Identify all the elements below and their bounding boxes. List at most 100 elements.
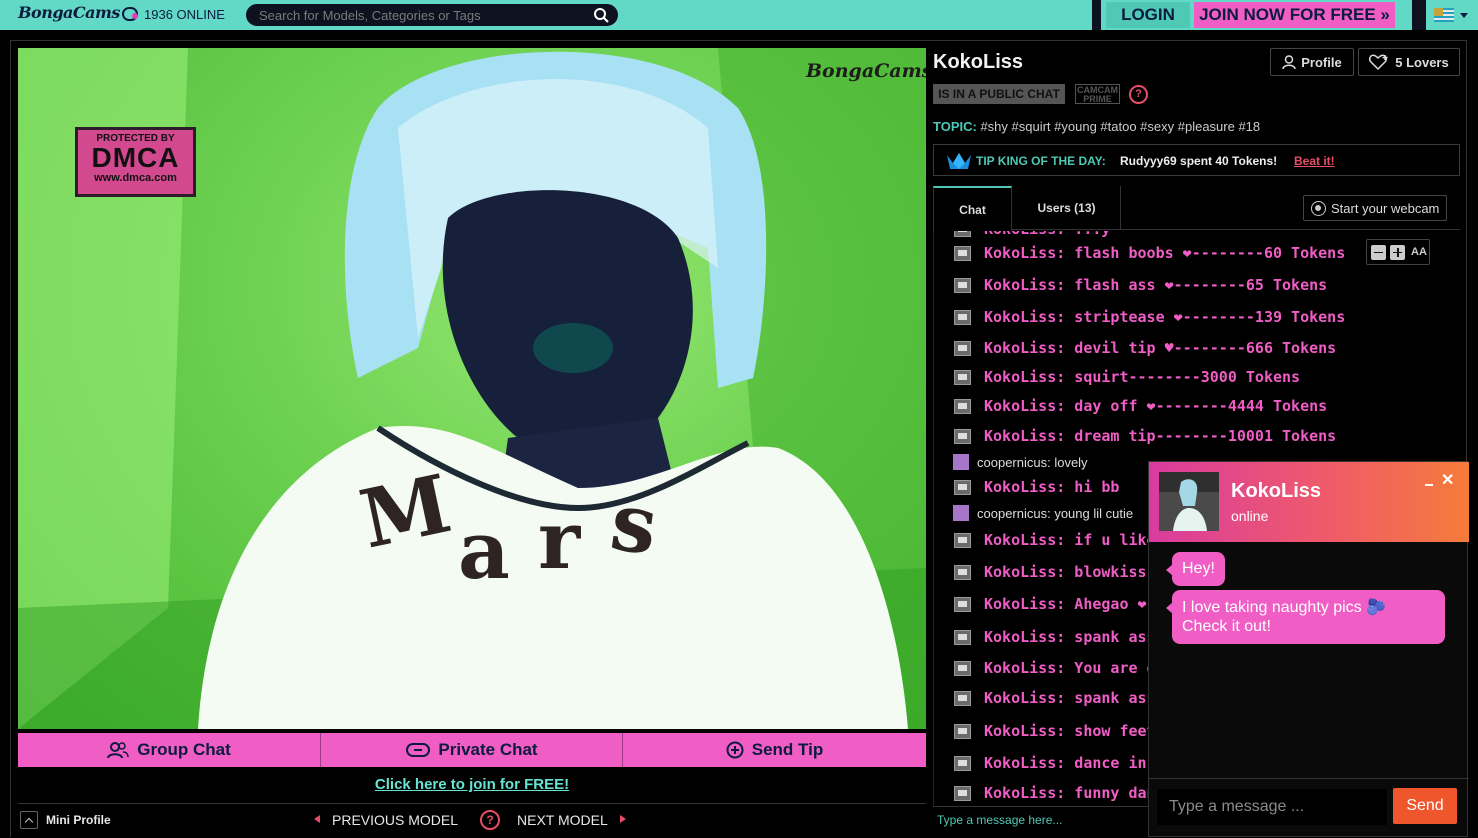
svg-text:r: r xyxy=(538,493,581,587)
chat-message-text: KokoLiss: striptease ❤--------139 Tokens xyxy=(984,308,1346,326)
popup-name: KokoLiss xyxy=(1231,480,1322,502)
join-button[interactable]: JOIN NOW FOR FREE » xyxy=(1194,2,1395,28)
close-icon[interactable]: ✕ xyxy=(1441,470,1454,490)
private-chat-button[interactable]: Private Chat xyxy=(321,733,623,767)
chat-message: KokoLiss: flash ass ❤--------65 Tokens xyxy=(954,275,1327,295)
model-avatar-icon xyxy=(954,277,971,293)
model-avatar-icon xyxy=(954,723,971,739)
language-flag-icon[interactable] xyxy=(1434,8,1454,22)
online-dot-icon xyxy=(132,12,138,19)
avatar[interactable] xyxy=(1159,472,1219,531)
crown-icon xyxy=(947,153,971,169)
send-button[interactable]: Send xyxy=(1393,788,1457,824)
chat-message: KokoLiss: funny dance xyxy=(954,783,1174,803)
prime-badge[interactable]: CAMCAM PRIME xyxy=(1075,84,1120,104)
site-logo[interactable]: BongaCams xyxy=(18,3,138,22)
chat-message: KokoLiss: spank ass ❤ xyxy=(954,627,1174,647)
chat-message-text: KokoLiss: You are gor xyxy=(984,659,1174,677)
chat-message-text: coopernicus: lovely xyxy=(977,454,1088,470)
chat-message-text: KokoLiss: devil tip ♥--------666 Tokens xyxy=(984,339,1337,357)
model-name: KokoLiss xyxy=(933,51,1024,73)
top-bar: BongaCams 1936 ONLINE LOGIN JOIN NOW FOR… xyxy=(0,0,1478,30)
tip-king-banner: TIP KING OF THE DAY: Rudyyy69 spent 40 T… xyxy=(933,144,1460,176)
model-avatar-icon xyxy=(954,755,971,771)
divider xyxy=(1092,0,1101,30)
popup-status: online xyxy=(1231,508,1269,524)
lovers-button[interactable]: 5 Lovers xyxy=(1358,48,1460,76)
model-avatar-icon xyxy=(954,564,971,580)
chevron-up-icon[interactable] xyxy=(20,811,38,829)
popup-header: KokoLiss online ✕ xyxy=(1149,462,1469,542)
search-icon[interactable] xyxy=(593,7,609,23)
model-avatar-icon xyxy=(954,660,971,676)
plus-icon[interactable] xyxy=(1390,244,1405,260)
chat-message: KokoLiss: spank ass x xyxy=(954,688,1174,708)
start-webcam-button[interactable]: Start your webcam xyxy=(1303,195,1447,221)
profile-button[interactable]: Profile xyxy=(1270,48,1354,76)
help-icon[interactable]: ? xyxy=(1129,85,1148,104)
previous-model-button[interactable]: PREVIOUS MODEL xyxy=(314,812,458,828)
chat-message: KokoLiss: squirt--------3000 Tokens xyxy=(954,367,1300,387)
send-tip-button[interactable]: Send Tip xyxy=(623,733,926,767)
chat-message: KokoLiss: hi bb xyxy=(954,477,1119,497)
plus-circle-icon xyxy=(726,741,744,759)
group-chat-button[interactable]: Group Chat xyxy=(18,733,320,767)
chat-message-text: KokoLiss: ...y xyxy=(984,231,1110,238)
user-icon xyxy=(1282,54,1297,69)
chat-message-text: KokoLiss: show feet xyxy=(984,722,1156,740)
model-avatar-icon xyxy=(954,596,971,612)
next-model-button[interactable]: NEXT MODEL xyxy=(517,812,626,828)
heart-plus-icon xyxy=(1369,54,1388,70)
dmca-badge: PROTECTED BY DMCA www.dmca.com xyxy=(75,127,196,197)
chat-message: KokoLiss: Ahegao ❤- xyxy=(954,594,1156,614)
model-avatar-icon xyxy=(954,245,971,261)
webcam-icon xyxy=(1311,201,1326,216)
chat-message: KokoLiss: ...y xyxy=(954,231,1110,239)
model-avatar-icon xyxy=(954,690,971,706)
mini-profile-label[interactable]: Mini Profile xyxy=(46,813,111,827)
topic: TOPIC: #shy #squirt #young #tatoo #sexy … xyxy=(933,119,1261,134)
chat-message-text: KokoLiss: flash ass ❤--------65 Tokens xyxy=(984,276,1328,294)
chat-message: KokoLiss: flash boobs ❤--------60 Tokens xyxy=(954,243,1345,263)
tab-users[interactable]: Users (13) xyxy=(1013,186,1121,230)
chat-message-text: KokoLiss: squirt--------3000 Tokens xyxy=(984,368,1301,386)
tab-chat[interactable]: Chat xyxy=(933,186,1012,231)
login-button[interactable]: LOGIN xyxy=(1106,2,1190,28)
model-avatar-icon xyxy=(954,532,971,548)
model-avatar-icon xyxy=(954,369,971,385)
help-icon[interactable]: ? xyxy=(480,810,500,830)
join-free-link[interactable]: Click here to join for FREE! xyxy=(18,776,926,793)
chat-message-text: KokoLiss: funny dance xyxy=(984,784,1174,802)
chat-message: coopernicus: young lil cutie xyxy=(953,503,1133,523)
popup-message: Hey! xyxy=(1166,552,1225,586)
online-count: 1936 ONLINE xyxy=(132,7,225,22)
beat-it-link[interactable]: Beat it! xyxy=(1294,154,1335,168)
popup-input-area: Send xyxy=(1149,778,1469,838)
svg-text:a: a xyxy=(458,503,510,597)
dmca-title: DMCA xyxy=(91,142,180,173)
model-avatar-icon xyxy=(954,231,971,237)
search-input[interactable] xyxy=(259,6,579,24)
bottom-nav: Mini Profile PREVIOUS MODEL ? NEXT MODEL xyxy=(18,803,926,835)
model-avatar-icon xyxy=(954,479,971,495)
video-player[interactable]: M a r s PROTECTED BY DMCA www.dmca.com B… xyxy=(18,48,926,729)
tip-king-value: Rudyyy69 spent 40 Tokens! xyxy=(1120,154,1278,168)
minus-icon[interactable] xyxy=(1371,244,1386,260)
chat-message-text: KokoLiss: spank ass x xyxy=(984,689,1174,707)
popup-message-input[interactable] xyxy=(1157,789,1387,825)
chat-message-text: KokoLiss: dream tip--------10001 Tokens xyxy=(984,427,1337,445)
search-bar[interactable] xyxy=(246,4,618,26)
divider xyxy=(1412,0,1426,30)
chat-message-text: KokoLiss: spank ass ❤ xyxy=(984,628,1174,646)
chevron-down-icon[interactable] xyxy=(1460,13,1468,18)
chat-message: KokoLiss: devil tip ♥--------666 Tokens xyxy=(954,338,1336,358)
tip-king-label: TIP KING OF THE DAY: xyxy=(976,154,1106,168)
font-size-control: AA xyxy=(1366,239,1430,265)
minimize-icon[interactable] xyxy=(1425,476,1435,486)
status-badge: IS IN A PUBLIC CHAT xyxy=(933,84,1065,104)
chat-message: KokoLiss: striptease ❤--------139 Tokens xyxy=(954,307,1345,327)
model-avatar-icon xyxy=(954,398,971,414)
popup-message: I love taking naughty pics 🫐 Check it ou… xyxy=(1166,590,1445,644)
chat-message-text: coopernicus: young lil cutie xyxy=(977,505,1134,521)
font-size-label: AA xyxy=(1411,246,1427,258)
